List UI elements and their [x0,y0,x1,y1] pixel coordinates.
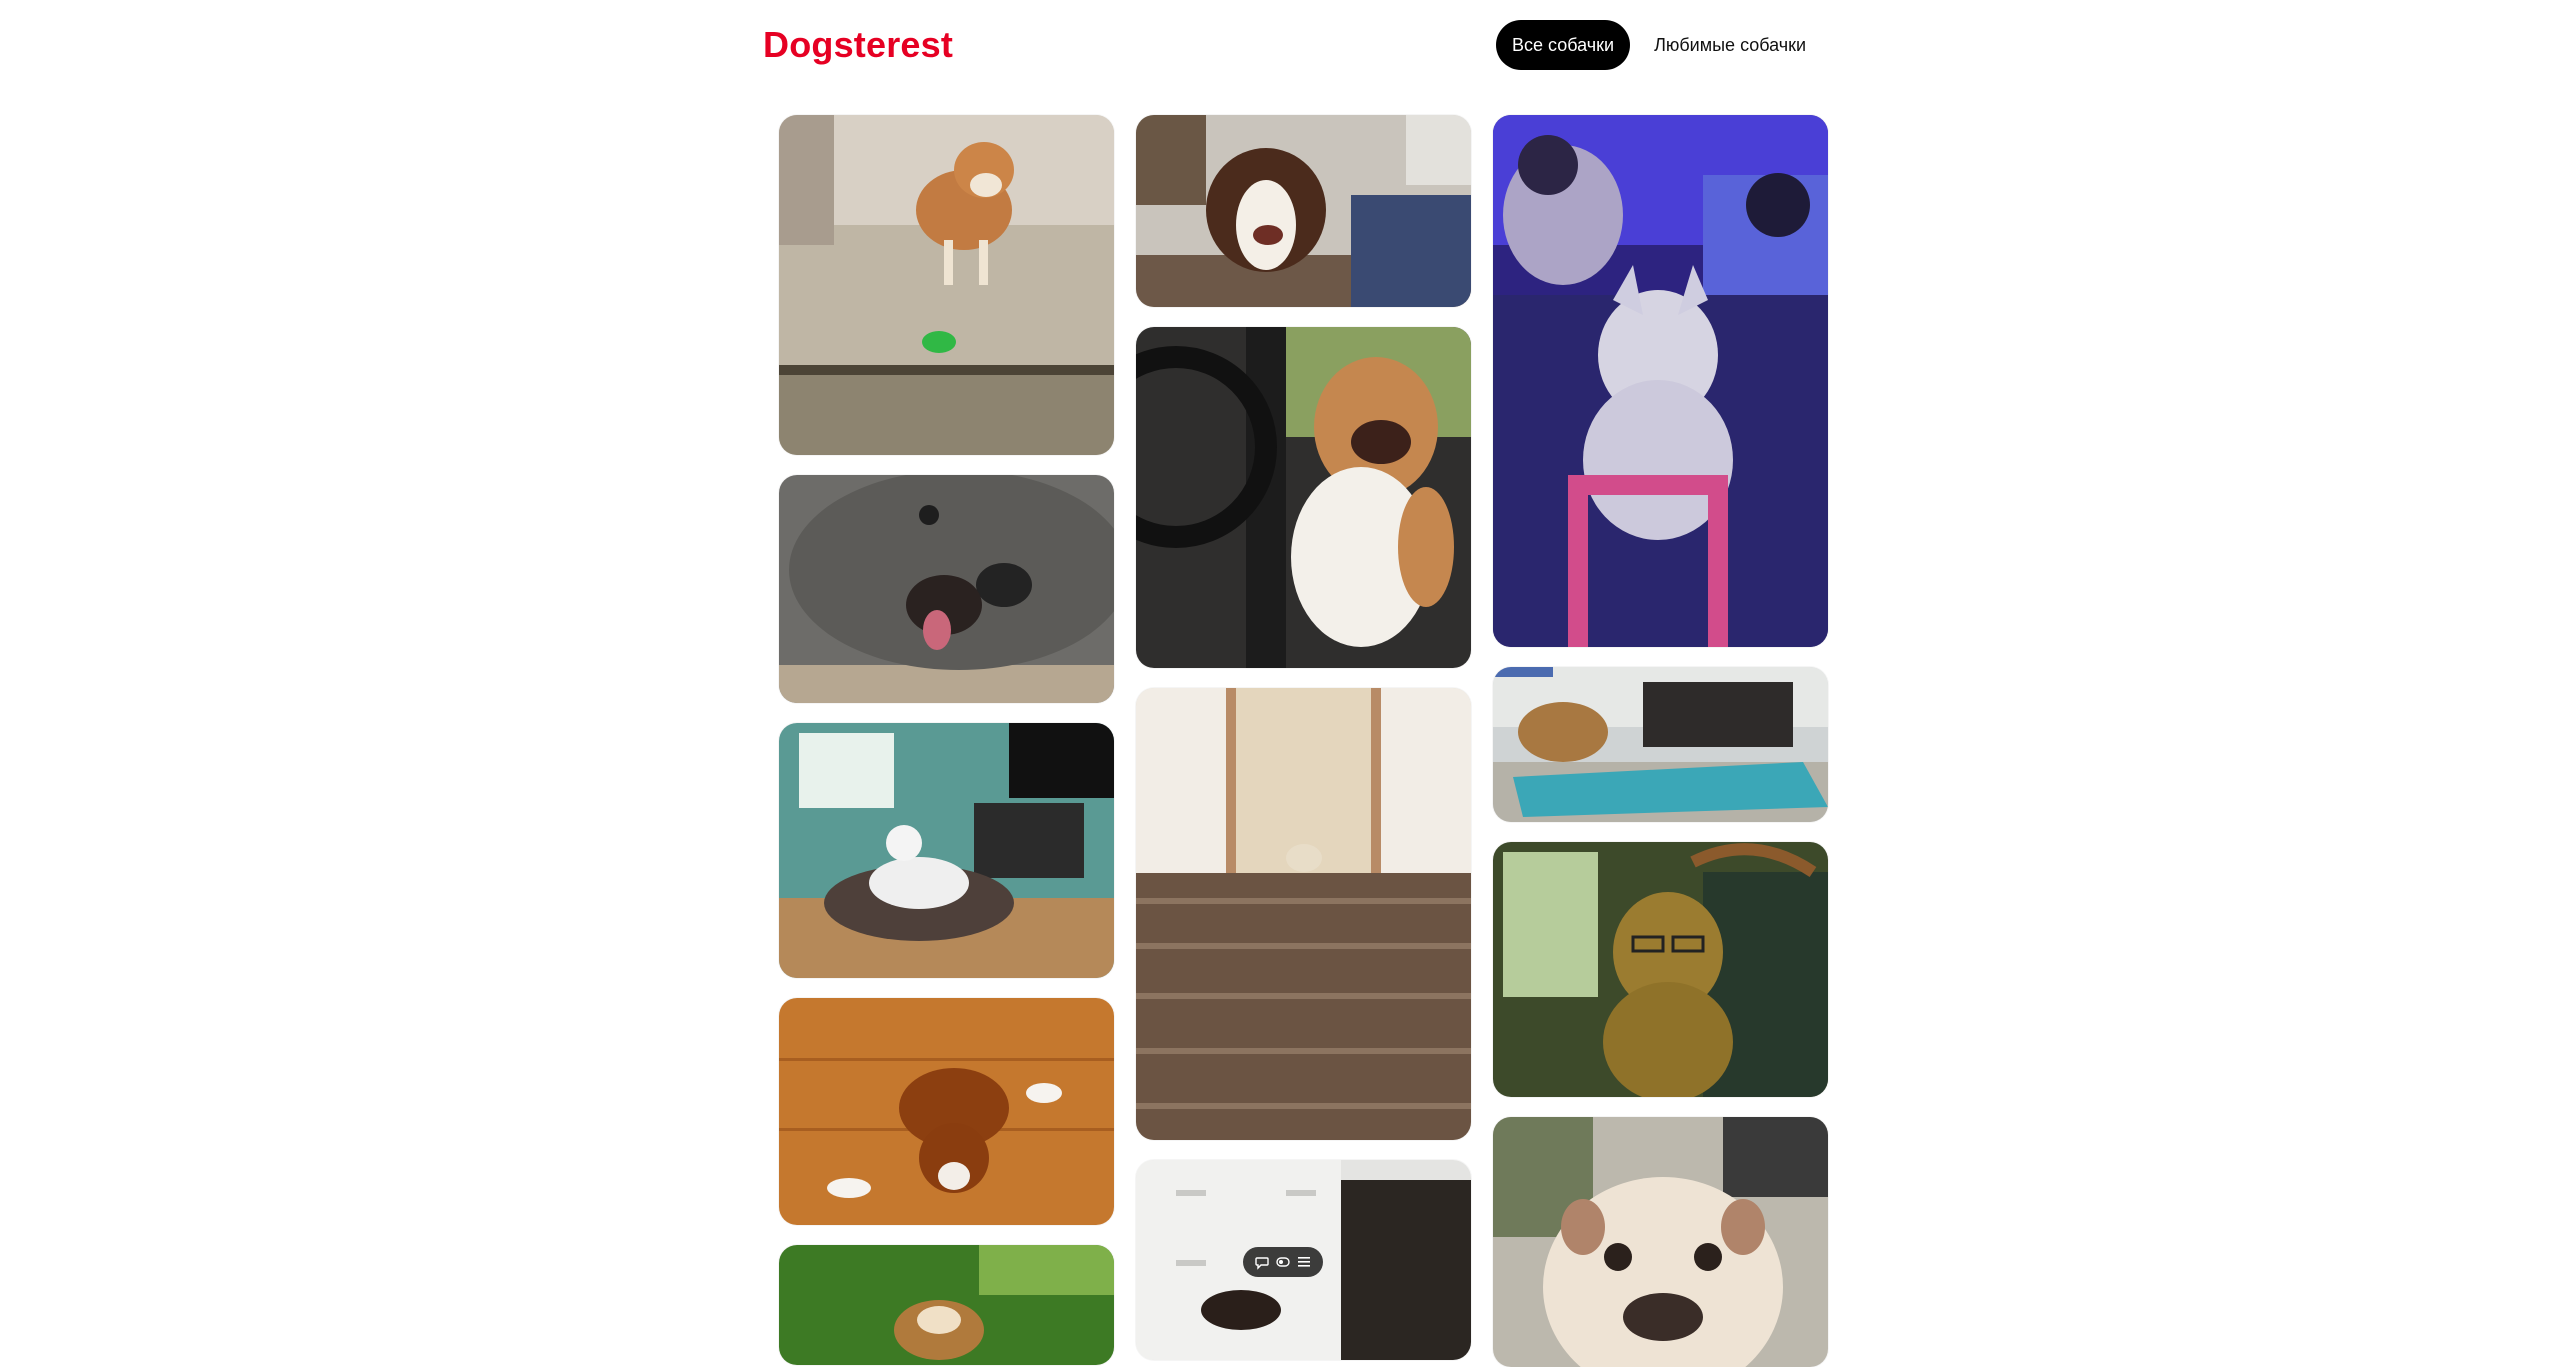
dog-photo-poodle-with-glasses[interactable] [1493,842,1828,1097]
dog-photo-dog-on-yoga-mat[interactable] [1493,667,1828,822]
dog-photo-bulldog-closeup[interactable] [1493,1117,1828,1367]
photo-image [779,115,1114,455]
dog-photo-spaniel-on-couch[interactable] [1136,115,1471,307]
photo-image [1493,667,1828,822]
dog-photo-white-dog-on-bed[interactable] [779,723,1114,978]
photo-image [779,723,1114,978]
photo-image [1493,1117,1828,1367]
list-icon[interactable] [1296,1254,1312,1270]
dog-photo-dog-on-stairs[interactable] [1136,688,1471,1140]
floating-toolbar [1243,1247,1323,1277]
photo-image [779,998,1114,1225]
dog-photo-shiba-with-frog-toy[interactable] [779,115,1114,455]
dog-photo-bulldog-puppy-on-grass[interactable] [779,1245,1114,1365]
toggle-icon[interactable] [1275,1254,1291,1270]
photo-image [779,1245,1114,1365]
dog-photo-poodle-in-car[interactable] [1136,327,1471,668]
photo-image [1136,688,1471,1140]
photo-image [1136,327,1471,668]
image-grid [0,0,2560,1367]
chat-icon[interactable] [1254,1254,1270,1270]
photo-image [1493,115,1828,647]
dog-photo-puppy-on-floor[interactable] [779,998,1114,1225]
photo-image [1136,115,1471,307]
dog-photo-husky-with-gamers[interactable] [1493,115,1828,647]
photo-image [779,475,1114,703]
dog-photo-grey-dog-lying[interactable] [779,475,1114,703]
photo-image [1493,842,1828,1097]
